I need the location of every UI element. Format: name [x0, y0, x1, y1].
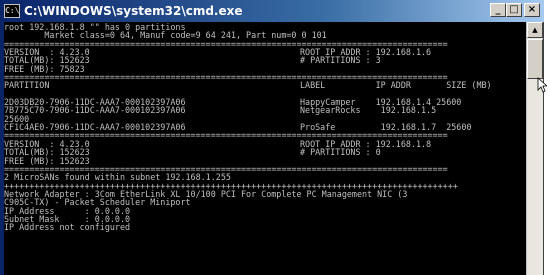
scrollbar-thumb[interactable]: [527, 39, 543, 79]
mouse-pointer-icon: [537, 77, 547, 93]
close-button[interactable]: ×: [524, 3, 540, 17]
minimize-button[interactable]: _: [490, 3, 506, 17]
console-line-right-text: # PARTITIONS : 3: [300, 55, 381, 66]
console-output[interactable]: root 192.168.1.8 "" has 0 partitions Mar…: [4, 22, 526, 275]
console-line-right-text: LABEL IP ADDR SIZE (MB): [300, 80, 492, 91]
window-title: C:\WINDOWS\system32\cmd.exe: [24, 4, 243, 18]
cmd-app-icon[interactable]: C:\: [4, 4, 20, 18]
console-line-text: IP Address not configured: [4, 222, 131, 233]
console-line-right-text: # PARTITIONS : 0: [300, 147, 381, 158]
console-line: PARTITION LABEL IP ADDR SIZE (MB): [4, 80, 526, 91]
console-line-right-text: NetgearRocks 192.168.1.5: [300, 105, 437, 116]
console-line: IP Address not configured: [4, 223, 526, 231]
maximize-button[interactable]: □: [506, 3, 522, 17]
title-bar[interactable]: C:\ C:\WINDOWS\system32\cmd.exe _ □ ×: [0, 0, 544, 22]
vertical-scrollbar[interactable]: ▲: [526, 22, 543, 275]
console-line: 7B775C70-7906-11DC-AAA7-000102397A06 Netg…: [4, 105, 526, 116]
scroll-up-arrow-icon[interactable]: ▲: [527, 22, 543, 38]
cmd-window: C:\ C:\WINDOWS\system32\cmd.exe _ □ × ro…: [0, 0, 544, 275]
